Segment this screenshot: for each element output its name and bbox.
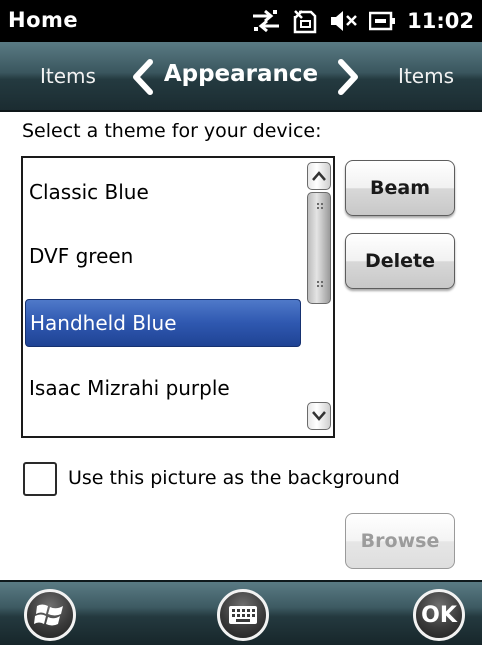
settings-nav-bar: Items Appearance Items [0, 42, 482, 112]
grip-icon [317, 281, 323, 287]
main-content: Select a theme for your device: Classic … [0, 112, 482, 580]
list-scrollbar[interactable] [307, 162, 331, 432]
status-title[interactable]: Home [8, 8, 78, 32]
background-checkbox[interactable] [23, 462, 57, 496]
scroll-track[interactable] [307, 304, 331, 402]
chevron-up-icon [312, 171, 326, 181]
list-item-handheld-blue[interactable]: Handheld Blue [25, 299, 301, 347]
soft-key-bar: OK [0, 580, 482, 645]
speaker-muted-icon[interactable] [329, 9, 359, 33]
theme-list[interactable]: Classic Blue DVF green Handheld Blue Isa… [21, 156, 335, 438]
delete-button[interactable]: Delete [345, 233, 455, 289]
chevron-right-icon[interactable] [333, 58, 363, 96]
no-sim-icon[interactable] [291, 7, 319, 35]
background-checkbox-label[interactable]: Use this picture as the background [68, 467, 400, 489]
keyboard-button[interactable] [217, 589, 269, 641]
scroll-up-button[interactable] [307, 162, 331, 190]
list-item-classic-blue[interactable]: Classic Blue [23, 160, 305, 224]
scroll-thumb[interactable] [307, 192, 331, 304]
list-item-isaac-mizrahi-purple[interactable]: Isaac Mizrahi purple [23, 356, 305, 420]
battery-charging-icon[interactable] [369, 10, 397, 32]
browse-button[interactable]: Browse [345, 513, 455, 569]
connectivity-icon[interactable] [251, 8, 281, 34]
scroll-down-button[interactable] [307, 402, 331, 430]
start-button[interactable] [24, 589, 76, 641]
grip-icon [317, 203, 323, 209]
ok-button[interactable]: OK [413, 589, 465, 641]
nav-next-item[interactable]: Items [398, 64, 454, 88]
keyboard-icon [229, 606, 257, 624]
list-item-dvf-green[interactable]: DVF green [23, 224, 305, 288]
theme-prompt: Select a theme for your device: [22, 120, 322, 142]
beam-button[interactable]: Beam [345, 160, 455, 216]
status-bar: Home 11:02 [0, 0, 482, 42]
status-icons: 11:02 [251, 6, 474, 36]
clock[interactable]: 11:02 [407, 9, 474, 33]
windows-logo-icon [34, 604, 63, 626]
ok-label: OK [421, 602, 457, 628]
chevron-down-icon [312, 411, 326, 421]
